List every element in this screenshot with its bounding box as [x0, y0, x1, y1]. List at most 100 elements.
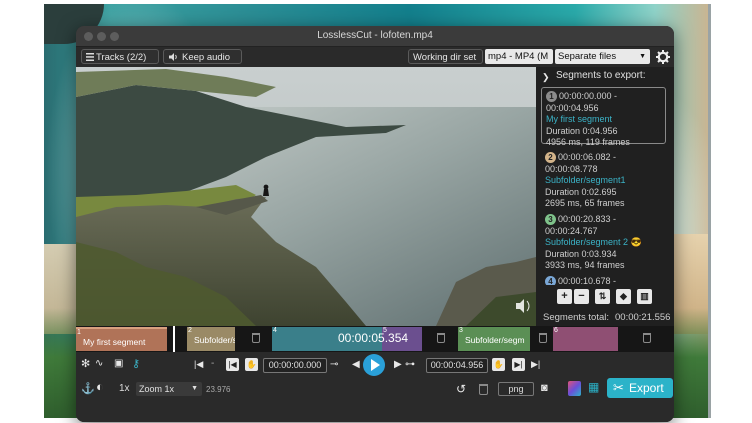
- play-icon: [371, 359, 380, 371]
- trash-icon[interactable]: [539, 333, 547, 343]
- format-select[interactable]: mp4 - MP4 (M: [485, 49, 553, 64]
- chevron-down-icon: ▼: [191, 385, 198, 392]
- jump-segment-start-button[interactable]: |◀: [226, 358, 239, 371]
- waveform-icon[interactable]: ∿: [95, 358, 103, 370]
- sort-segments-button[interactable]: ⇅: [595, 289, 610, 304]
- segment-card-1[interactable]: 1 00:00:00.000 - 00:00:04.956 My first se…: [541, 87, 666, 147]
- rotate-icon[interactable]: ↺: [456, 383, 466, 395]
- chevron-down-icon: ▼: [639, 53, 646, 60]
- theme-icon[interactable]: ◐: [96, 380, 104, 393]
- segment-duration: Duration 0:03.934: [545, 248, 617, 259]
- snowflake-icon[interactable]: ✻: [81, 358, 90, 370]
- camera-icon[interactable]: ◙: [541, 382, 548, 394]
- playback-speed[interactable]: 1x: [119, 383, 130, 394]
- current-time-display: 00:00:05.354: [338, 331, 409, 345]
- tracks-button[interactable]: Tracks (2/2): [81, 49, 159, 64]
- calendar-icon[interactable]: ▦: [588, 381, 599, 393]
- set-start-hand-button[interactable]: ✋: [245, 358, 258, 371]
- segments-sidebar: ❯ Segments to export: 1 00:00:00.000 - 00…: [536, 67, 674, 326]
- jump-end-icon[interactable]: ▶|: [531, 358, 540, 370]
- segment-duration: Duration 0:04.956: [546, 125, 618, 136]
- fps-display: 23.976: [206, 385, 231, 394]
- zoom-value: Zoom 1x: [139, 384, 175, 394]
- trash-icon[interactable]: [437, 333, 445, 343]
- list-icon: [86, 53, 94, 61]
- key-right-icon[interactable]: ⊶: [405, 359, 415, 371]
- separator-dash: -: [211, 358, 215, 369]
- key-left-icon[interactable]: ⊸: [330, 359, 338, 371]
- video-player[interactable]: [76, 67, 536, 326]
- merge-icon[interactable]: [568, 381, 581, 396]
- segment-info: 2695 ms, 65 frames: [545, 198, 625, 208]
- segment-name: Subfolder/segment 2 😎: [545, 237, 642, 247]
- trash-icon[interactable]: [643, 333, 651, 343]
- wallpaper-frame-edge: [708, 4, 711, 418]
- working-dir-button[interactable]: Working dir set: [408, 49, 483, 64]
- keep-audio-label: Keep audio: [182, 52, 231, 63]
- output-mode-select[interactable]: Separate files ▼: [555, 49, 650, 64]
- segment-duration: Duration 0:02.695: [545, 186, 617, 197]
- segment-number: 1: [546, 91, 557, 102]
- chevron-right-icon[interactable]: ❯: [542, 71, 550, 83]
- timeline-segment-6[interactable]: 6: [553, 327, 618, 351]
- playhead[interactable]: [173, 326, 175, 352]
- title-bar[interactable]: LosslessCut - lofoten.mp4: [76, 26, 674, 47]
- segment-name: Subfolder/segment1: [545, 175, 626, 185]
- add-segment-button[interactable]: +: [557, 289, 572, 304]
- format-select-value: mp4 - MP4 (M: [488, 51, 549, 62]
- export-button[interactable]: ✂ Export: [607, 378, 673, 398]
- sidebar-header: Segments to export:: [556, 70, 646, 81]
- segment-card-3[interactable]: 3 00:00:20.833 - 00:00:24.767 Subfolder/s…: [541, 211, 666, 270]
- app-window: LosslessCut - lofoten.mp4 Tracks (2/2) K…: [76, 26, 674, 422]
- timeline-segment-number: 1: [77, 329, 81, 336]
- tag-segment-button[interactable]: ◆: [616, 289, 631, 304]
- tracks-label: Tracks (2/2): [96, 52, 147, 63]
- timeline-segment-label: Subfolder/segm: [465, 335, 525, 345]
- anchor-icon[interactable]: ⚓: [81, 383, 95, 395]
- jump-segment-end-button[interactable]: ▶|: [512, 358, 525, 371]
- split-segment-button[interactable]: ▥: [637, 289, 652, 304]
- timeline-segment-number: 3: [459, 327, 463, 334]
- video-frame-image: [76, 67, 536, 326]
- play-button[interactable]: [363, 354, 385, 376]
- timeline-segment-1[interactable]: 1 My first segment: [76, 327, 167, 351]
- export-label: Export: [629, 381, 664, 395]
- segment-number: 2: [545, 152, 556, 163]
- key-icon[interactable]: ⚷: [132, 358, 140, 370]
- trash-icon[interactable]: [252, 333, 260, 343]
- delete-source-icon[interactable]: [479, 384, 488, 395]
- segment-end-input[interactable]: 00:00:04.956: [426, 358, 488, 373]
- timeline-segment-2[interactable]: 2 Subfolder/se: [187, 327, 235, 351]
- timeline-segment-3[interactable]: 3 Subfolder/segm: [458, 327, 530, 351]
- segment-card-2[interactable]: 2 00:00:06.082 - 00:00:08.778 Subfolder/s…: [541, 149, 666, 208]
- timeline-segment-number: 4: [273, 327, 277, 334]
- working-dir-label: Working dir set: [413, 52, 477, 63]
- keep-audio-button[interactable]: Keep audio: [163, 49, 242, 64]
- timeline-segment-label: Subfolder/se: [194, 335, 235, 345]
- remove-segment-button[interactable]: −: [574, 289, 589, 304]
- next-frame-icon[interactable]: ▶: [394, 359, 402, 371]
- timeline-segment-label: My first segment: [83, 337, 146, 347]
- set-end-hand-button[interactable]: ✋: [492, 358, 505, 371]
- segment-info: 3933 ms, 94 frames: [545, 260, 625, 270]
- scissors-icon: ✂: [613, 380, 624, 395]
- prev-frame-icon[interactable]: ◀: [352, 359, 360, 371]
- sidebar-footer: + − ⇅ ◆ ▥ Segments total: 00:00:21.556: [536, 285, 674, 326]
- timeline[interactable]: 1 My first segment 2 Subfolder/se 4 5 00…: [76, 326, 674, 352]
- segment-name: My first segment: [546, 114, 613, 124]
- segments-total-value: 00:00:21.556: [615, 312, 671, 323]
- timeline-segment-number: 6: [554, 327, 558, 334]
- window-title: LosslessCut - lofoten.mp4: [317, 30, 433, 41]
- zoom-select[interactable]: Zoom 1x ▼: [136, 382, 202, 396]
- segment-number: 3: [545, 214, 556, 225]
- segment-start-input[interactable]: 00:00:00.000: [263, 358, 327, 373]
- timeline-segment-number: 2: [188, 327, 192, 334]
- bottom-controls: ✻ ∿ ▣ ⚷ |◀ - |◀ ✋ 00:00:00.000 ⊸ ◀ ▶ ⊶ 0…: [76, 352, 674, 422]
- segment-info: 4956 ms, 119 frames: [546, 137, 630, 147]
- capture-format-select[interactable]: png: [498, 382, 534, 396]
- segments-total-label: Segments total:: [543, 312, 610, 323]
- jump-start-icon[interactable]: |◀: [194, 358, 203, 370]
- speaker-icon: [169, 53, 177, 61]
- image-icon[interactable]: ▣: [114, 358, 123, 370]
- settings-gear-icon[interactable]: [656, 50, 670, 64]
